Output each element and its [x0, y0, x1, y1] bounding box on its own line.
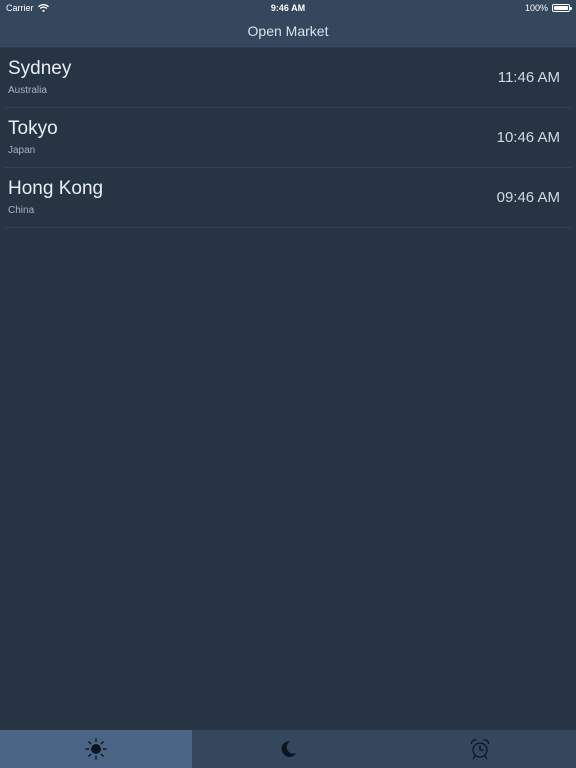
top-bar: Carrier 9:46 AM 100% Open Market — [0, 0, 576, 48]
tab-bar — [0, 730, 576, 768]
sun-icon — [85, 738, 107, 760]
market-row-hong-kong[interactable]: Hong Kong China 09:46 AM — [5, 168, 571, 228]
market-row-tokyo[interactable]: Tokyo Japan 10:46 AM — [5, 108, 571, 168]
battery-icon — [552, 4, 572, 12]
tab-day[interactable] — [0, 730, 192, 768]
app-screen: Carrier 9:46 AM 100% Open Market Sydney … — [0, 0, 576, 768]
market-time: 10:46 AM — [496, 129, 560, 146]
status-right: 100% — [524, 3, 572, 13]
status-time: 9:46 AM — [270, 3, 306, 13]
city-name: Tokyo — [8, 118, 58, 139]
status-bar: Carrier 9:46 AM 100% — [0, 0, 576, 16]
market-row-sydney[interactable]: Sydney Australia 11:46 AM — [5, 48, 571, 108]
country-name: China — [8, 205, 35, 216]
tab-alarm[interactable] — [384, 730, 576, 768]
city-name: Hong Kong — [8, 178, 104, 199]
country-name: Australia — [8, 85, 47, 96]
tab-night[interactable] — [192, 730, 384, 768]
moon-icon — [281, 740, 297, 757]
market-time: 09:46 AM — [496, 189, 560, 206]
battery-percent: 100% — [524, 3, 548, 13]
country-name: Japan — [8, 145, 36, 156]
market-time: 11:46 AM — [497, 69, 560, 86]
page-title: Open Market — [247, 23, 329, 39]
market-list: Sydney Australia 11:46 AM Tokyo Japan 10… — [0, 48, 576, 228]
alarm-clock-icon — [470, 739, 490, 760]
city-name: Sydney — [8, 58, 72, 79]
